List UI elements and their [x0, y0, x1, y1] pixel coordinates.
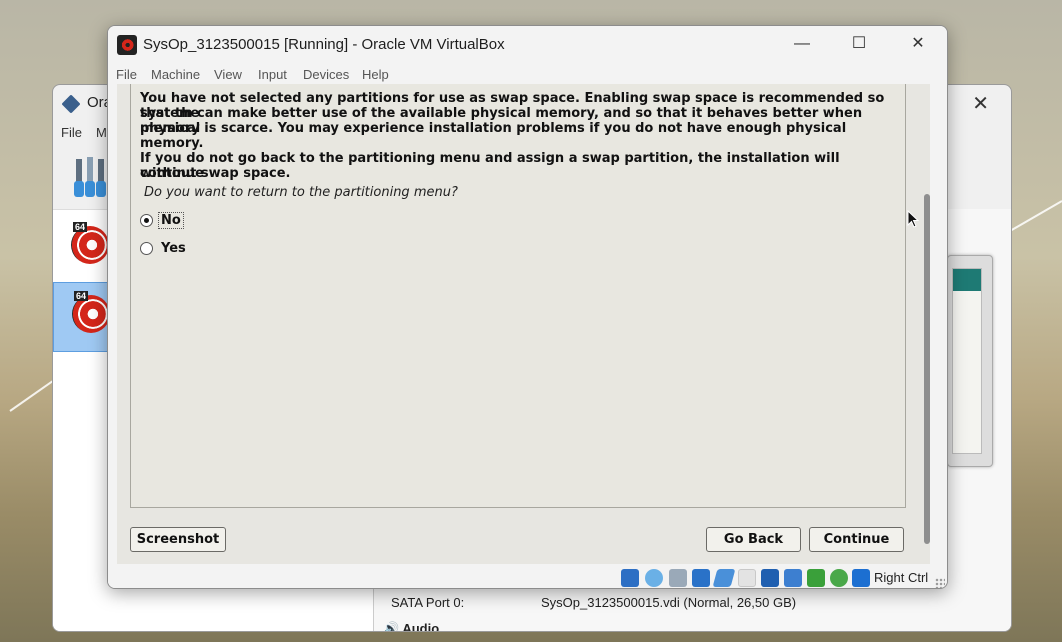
resize-grip-icon[interactable]: [935, 578, 945, 588]
menu-file[interactable]: File: [116, 67, 137, 82]
network-icon[interactable]: [692, 569, 710, 587]
shared-folders-icon[interactable]: [738, 569, 756, 587]
usb-icon[interactable]: [712, 569, 736, 587]
continue-button[interactable]: Continue: [809, 527, 904, 552]
option-no-label[interactable]: No: [158, 211, 184, 229]
keyboard-icon[interactable]: [852, 569, 870, 587]
video-capture-icon[interactable]: [784, 569, 802, 587]
display-icon[interactable]: [761, 569, 779, 587]
menu-view[interactable]: View: [214, 67, 242, 82]
manager-close-button[interactable]: ✕: [972, 91, 989, 116]
screenshot-button[interactable]: Screenshot: [130, 527, 226, 552]
mouse-integration-icon[interactable]: [830, 569, 848, 587]
mouse-cursor-icon: [907, 210, 919, 228]
hard-disk-icon[interactable]: [621, 569, 639, 587]
option-yes[interactable]: Yes: [140, 239, 188, 257]
optical-drive-icon[interactable]: [645, 569, 663, 587]
arch-badge: 64: [74, 291, 89, 301]
window-title: SysOp_3123500015 [Running] - Oracle VM V…: [143, 36, 505, 53]
swap-warning-line: memory is scarce. You may experience ins…: [140, 121, 847, 151]
go-back-button[interactable]: Go Back: [706, 527, 801, 552]
maximize-button[interactable]: ☐: [836, 30, 882, 58]
virtualbox-logo-icon: [61, 94, 81, 114]
menu-input[interactable]: Input: [258, 67, 287, 82]
cpu-icon[interactable]: [807, 569, 825, 587]
status-bar: Right Ctrl: [108, 566, 947, 588]
close-button[interactable]: ✕: [895, 30, 941, 58]
title-bar[interactable]: SysOp_3123500015 [Running] - Oracle VM V…: [108, 26, 947, 62]
menubar: File Machine View Input Devices Help: [108, 64, 947, 84]
vm-window[interactable]: SysOp_3123500015 [Running] - Oracle VM V…: [107, 25, 948, 589]
radio-no[interactable]: [140, 213, 153, 227]
guest-display[interactable]: You have not selected any partitions for…: [117, 84, 930, 564]
audio-icon[interactable]: [669, 569, 687, 587]
desktop-streak: [1009, 200, 1062, 232]
vm-preview-thumbnail: [947, 255, 993, 467]
menu-help[interactable]: Help: [362, 67, 389, 82]
manager-menu-file[interactable]: File: [61, 125, 82, 140]
radio-yes[interactable]: [140, 241, 153, 255]
minimize-button[interactable]: —: [779, 30, 825, 58]
preview-header: [953, 269, 981, 291]
arch-badge: 64: [73, 222, 88, 232]
vertical-scrollbar[interactable]: [924, 194, 930, 544]
menu-machine[interactable]: Machine: [151, 67, 200, 82]
preview-screen: [952, 268, 982, 454]
continue-warning-line: without swap space.: [140, 166, 291, 181]
manager-menu-machine[interactable]: M: [96, 125, 107, 140]
menu-devices[interactable]: Devices: [303, 67, 349, 82]
host-key-label: Right Ctrl: [874, 570, 929, 585]
vm-os-icon: [117, 35, 137, 55]
installer-dialog: You have not selected any partitions for…: [130, 84, 906, 508]
audio-section-heading: 🔊 Audio: [383, 621, 440, 632]
storage-port-label: SATA Port 0:: [391, 595, 465, 610]
audio-label: Audio: [402, 621, 440, 632]
question-text: Do you want to return to the partitionin…: [144, 185, 458, 200]
storage-disk-value: SysOp_3123500015.vdi (Normal, 26,50 GB): [541, 595, 797, 610]
option-no[interactable]: No: [140, 211, 184, 229]
option-yes-label[interactable]: Yes: [159, 241, 188, 256]
